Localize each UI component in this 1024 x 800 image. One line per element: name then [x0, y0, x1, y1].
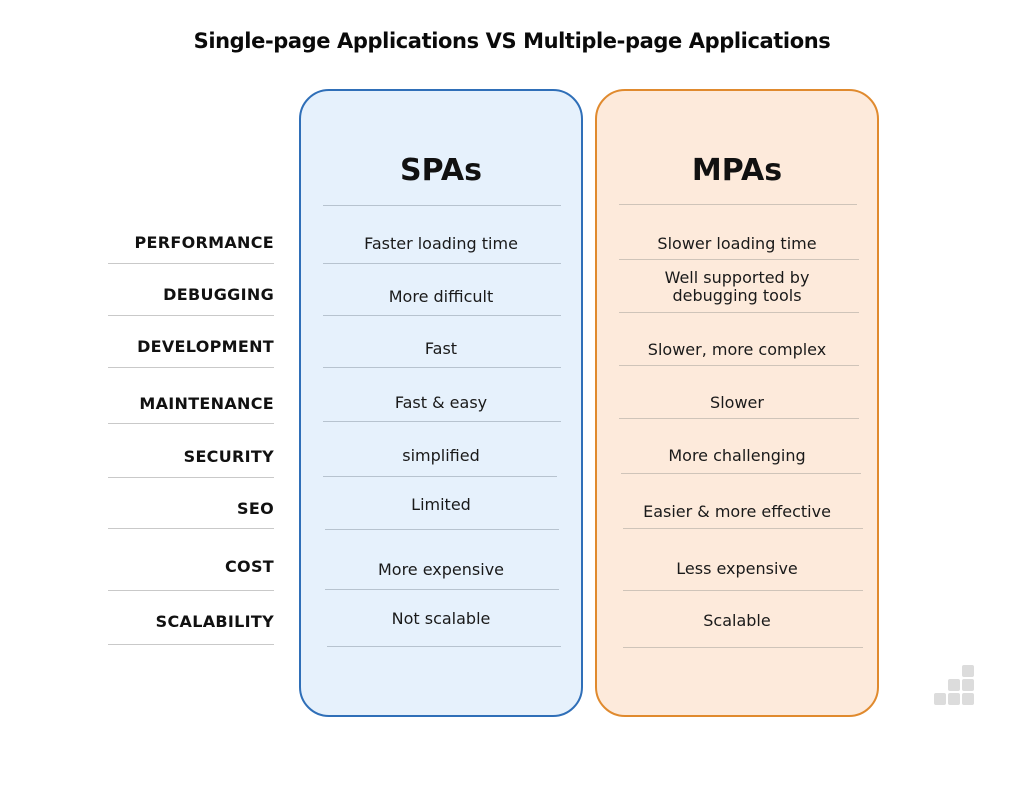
row-divider [323, 421, 561, 422]
row-divider [108, 367, 274, 368]
mpa-cell-cost: Less expensive [676, 559, 798, 578]
row-divider [621, 473, 861, 474]
row-divider [108, 590, 274, 591]
spa-cell-scalability: Not scalable [391, 609, 491, 628]
mpa-cell-development: Slower, more complex [647, 340, 827, 359]
bar-steps-logo-icon [934, 665, 976, 707]
row-divider [323, 315, 561, 316]
row-divider [623, 647, 863, 648]
row-divider [619, 418, 859, 419]
row-divider [327, 646, 561, 647]
spa-cell-cost: More expensive [377, 560, 504, 579]
spa-column-card: SPAs Faster loading time More difficult … [299, 89, 583, 717]
header-divider [619, 204, 857, 205]
row-divider [108, 528, 274, 529]
row-label-debugging: DEBUGGING [163, 285, 274, 304]
spa-cell-performance: Faster loading time [364, 234, 518, 253]
row-divider [108, 423, 274, 424]
logo-block [948, 693, 960, 705]
spa-cell-seo: Limited [411, 495, 471, 514]
mpa-column-card: MPAs Slower loading time Well supported … [595, 89, 879, 717]
logo-block [934, 693, 946, 705]
row-label-security: SECURITY [183, 447, 274, 466]
logo-block [962, 665, 974, 677]
mpa-column-header: MPAs [691, 153, 783, 188]
row-label-scalability: SCALABILITY [155, 612, 274, 631]
row-label-maintenance: MAINTENANCE [139, 394, 274, 413]
logo-block [948, 679, 960, 691]
spa-cell-maintenance: Fast & easy [394, 393, 488, 412]
mpa-cell-debugging-line1: Well supported by [664, 268, 810, 287]
row-label-cost: COST [225, 557, 274, 576]
row-divider [108, 263, 274, 264]
spa-cell-security: simplified [402, 446, 480, 465]
mpa-cell-seo: Easier & more effective [643, 502, 831, 521]
row-divider [619, 365, 859, 366]
mpa-cell-maintenance: Slower [710, 393, 764, 412]
mpa-cell-debugging: Well supported by debugging tools [597, 269, 877, 305]
header-divider [323, 205, 561, 206]
spa-cell-debugging: More difficult [388, 287, 494, 306]
row-divider [323, 263, 561, 264]
row-divider [325, 529, 559, 530]
mpa-cell-security: More challenging [668, 446, 806, 465]
logo-block [962, 693, 974, 705]
row-divider [325, 589, 559, 590]
row-label-performance: PERFORMANCE [134, 233, 274, 252]
row-divider [619, 312, 859, 313]
row-divider [323, 476, 557, 477]
page-title: Single-page Applications VS Multiple-pag… [193, 29, 831, 53]
logo-block [962, 679, 974, 691]
mpa-cell-performance: Slower loading time [657, 234, 817, 253]
row-label-seo: SEO [237, 499, 274, 518]
row-divider [108, 477, 274, 478]
mpa-cell-debugging-line2: debugging tools [672, 286, 802, 305]
mpa-cell-scalability: Scalable [703, 611, 771, 630]
spa-cell-development: Fast [424, 339, 458, 358]
row-divider [623, 590, 863, 591]
row-divider [108, 644, 274, 645]
row-divider [623, 528, 863, 529]
row-divider [108, 315, 274, 316]
row-divider [619, 259, 859, 260]
row-label-development: DEVELOPMENT [137, 337, 274, 356]
spa-column-header: SPAs [400, 153, 482, 188]
row-divider [323, 367, 561, 368]
